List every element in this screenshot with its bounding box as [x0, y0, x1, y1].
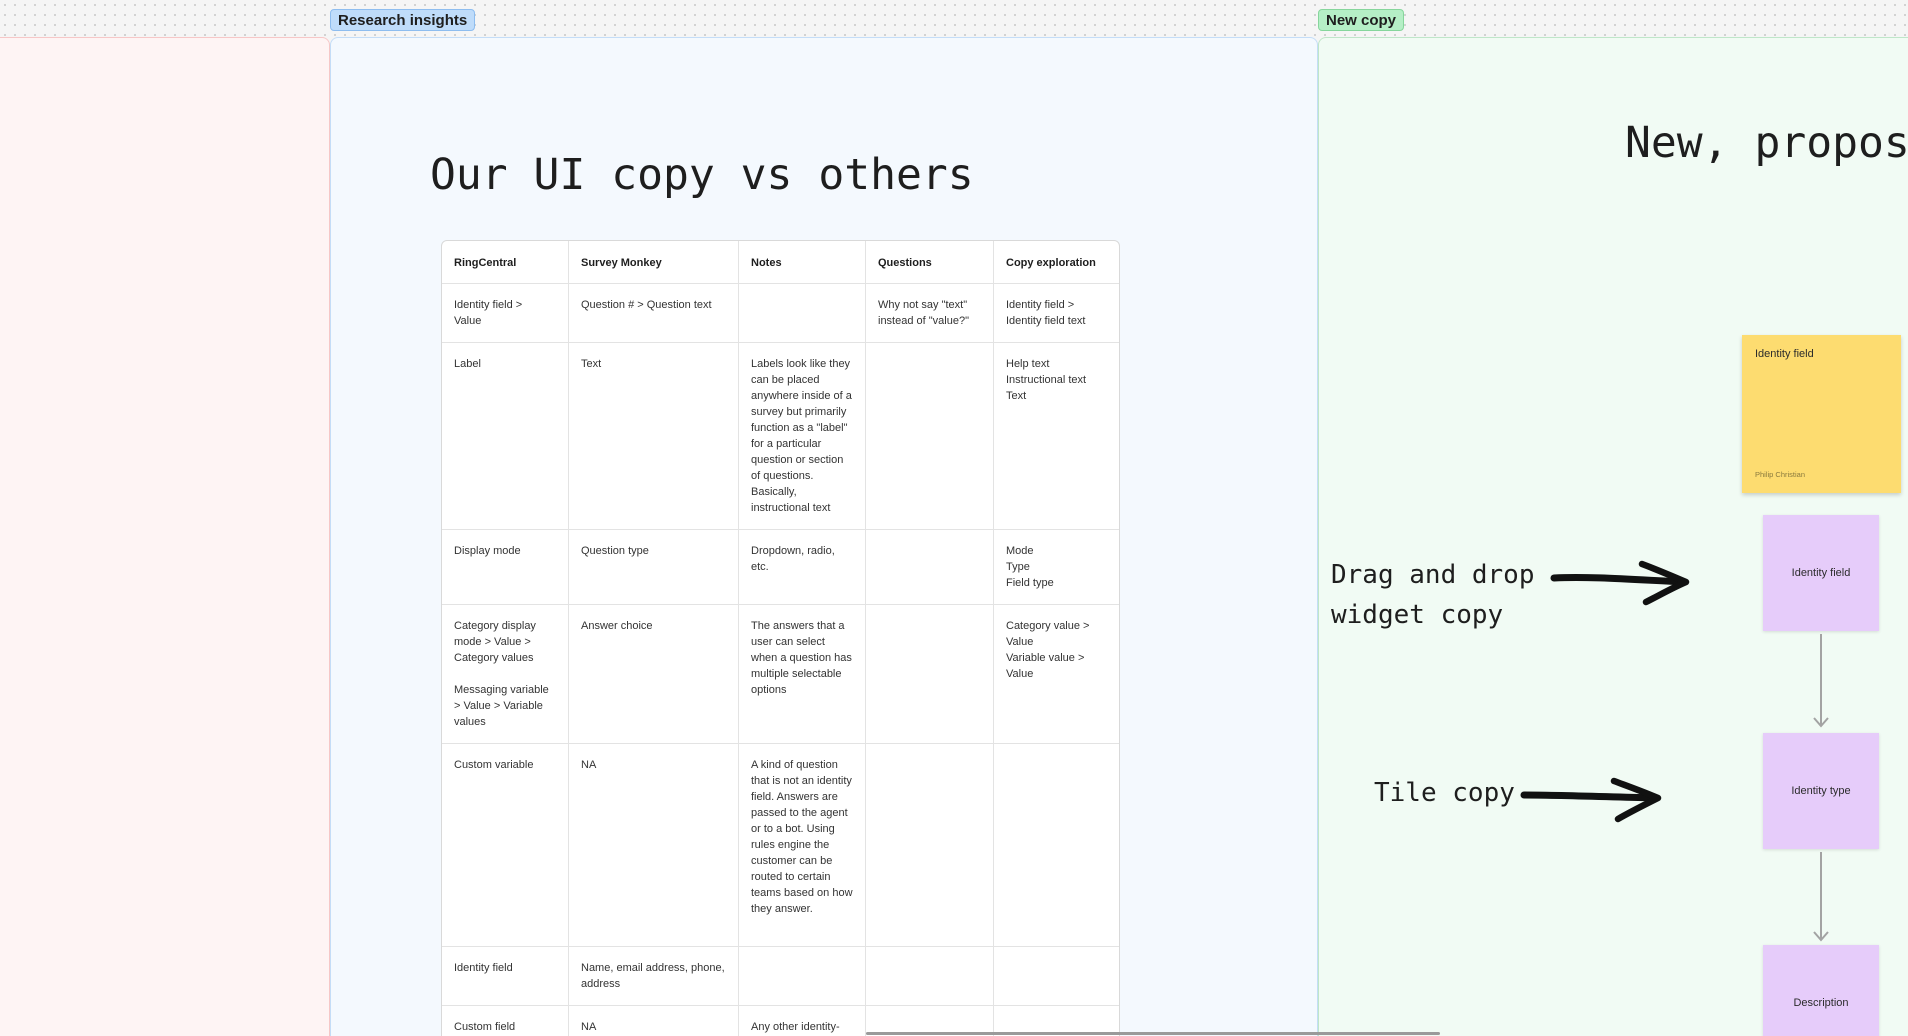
- table-cell[interactable]: NA: [569, 744, 739, 946]
- tile-copy-annotation-text[interactable]: Tile copy: [1374, 773, 1515, 813]
- table-row: Identity field Name, email address, phon…: [442, 947, 1119, 1006]
- table-row: Identity field > Value Question # > Ques…: [442, 284, 1119, 343]
- table-cell[interactable]: Why not say "text" instead of "value?": [866, 284, 994, 342]
- table-cell[interactable]: Mode Type Field type: [994, 530, 1119, 604]
- connector-arrow-icon[interactable]: [1812, 852, 1830, 944]
- horizontal-scrollbar[interactable]: [866, 1032, 1440, 1035]
- drag-drop-annotation-text[interactable]: Drag and drop widget copy: [1331, 555, 1535, 635]
- table-header-cell[interactable]: Survey Monkey: [569, 241, 739, 283]
- table-header-cell[interactable]: Questions: [866, 241, 994, 283]
- table-cell[interactable]: Help text Instructional text Text: [994, 343, 1119, 529]
- comparison-table[interactable]: RingCentral Survey Monkey Notes Question…: [441, 240, 1120, 1036]
- table-cell[interactable]: [739, 284, 866, 342]
- table-cell[interactable]: Dropdown, radio, etc.: [739, 530, 866, 604]
- table-cell[interactable]: [866, 947, 994, 1005]
- table-cell[interactable]: [866, 530, 994, 604]
- table-cell[interactable]: [866, 343, 994, 529]
- table-cell[interactable]: Identity field > Identity field text: [994, 284, 1119, 342]
- connector-arrow-icon[interactable]: [1812, 634, 1830, 730]
- table-cell[interactable]: Question # > Question text: [569, 284, 739, 342]
- table-header-cell[interactable]: Notes: [739, 241, 866, 283]
- table-cell[interactable]: Identity field: [442, 947, 569, 1005]
- table-cell[interactable]: NA: [569, 1006, 739, 1036]
- table-cell[interactable]: Answer choice: [569, 605, 739, 743]
- table-cell[interactable]: Identity field > Value: [442, 284, 569, 342]
- table-cell[interactable]: Question type: [569, 530, 739, 604]
- table-cell[interactable]: [994, 744, 1119, 946]
- table-cell[interactable]: Text: [569, 343, 739, 529]
- table-cell[interactable]: [866, 605, 994, 743]
- table-cell[interactable]: Name, email address, phone, address: [569, 947, 739, 1005]
- section-tag-research-insights[interactable]: Research insights: [330, 9, 476, 31]
- table-header-cell[interactable]: Copy exploration: [994, 241, 1119, 283]
- sticky-note-author: Philip Christian: [1755, 470, 1806, 479]
- table-row: Custom variable NA A kind of question th…: [442, 744, 1119, 947]
- table-row: Display mode Question type Dropdown, rad…: [442, 530, 1119, 605]
- research-title-text[interactable]: Our UI copy vs others: [430, 150, 974, 200]
- tile-copy-arrow-icon[interactable]: [1520, 777, 1666, 826]
- table-cell[interactable]: Custom field: [442, 1006, 569, 1036]
- table-header-cell[interactable]: RingCentral: [442, 241, 569, 283]
- table-cell[interactable]: [739, 947, 866, 1005]
- sticky-note-purple[interactable]: Identity field: [1763, 515, 1879, 631]
- table-cell[interactable]: Category display mode > Value > Category…: [442, 605, 569, 743]
- sticky-note-yellow[interactable]: Identity field Philip Christian: [1742, 335, 1901, 493]
- table-cell[interactable]: Labels look like they can be placed anyw…: [739, 343, 866, 529]
- new-copy-title-text[interactable]: New, proposed: [1625, 118, 1908, 168]
- table-cell[interactable]: Display mode: [442, 530, 569, 604]
- table-cell[interactable]: The answers that a user can select when …: [739, 605, 866, 743]
- sticky-note-text: Identity field: [1755, 348, 1814, 360]
- table-cell[interactable]: [866, 744, 994, 946]
- section-tag-new-copy[interactable]: New copy: [1318, 9, 1405, 31]
- sticky-note-purple[interactable]: Identity type: [1763, 733, 1879, 849]
- drag-drop-arrow-icon[interactable]: [1550, 560, 1696, 608]
- sticky-note-purple[interactable]: Description: [1763, 945, 1879, 1036]
- table-cell[interactable]: Any other identity-based question: [739, 1006, 866, 1036]
- table-row: Label Text Labels look like they can be …: [442, 343, 1119, 530]
- table-row: Category display mode > Value > Category…: [442, 605, 1119, 744]
- table-cell[interactable]: [994, 947, 1119, 1005]
- table-cell[interactable]: Label: [442, 343, 569, 529]
- table-header-row: RingCentral Survey Monkey Notes Question…: [442, 241, 1119, 284]
- section-frame-left[interactable]: [0, 37, 330, 1036]
- table-cell[interactable]: Custom variable: [442, 744, 569, 946]
- table-cell[interactable]: A kind of question that is not an identi…: [739, 744, 866, 946]
- table-cell[interactable]: Category value > Value Variable value > …: [994, 605, 1119, 743]
